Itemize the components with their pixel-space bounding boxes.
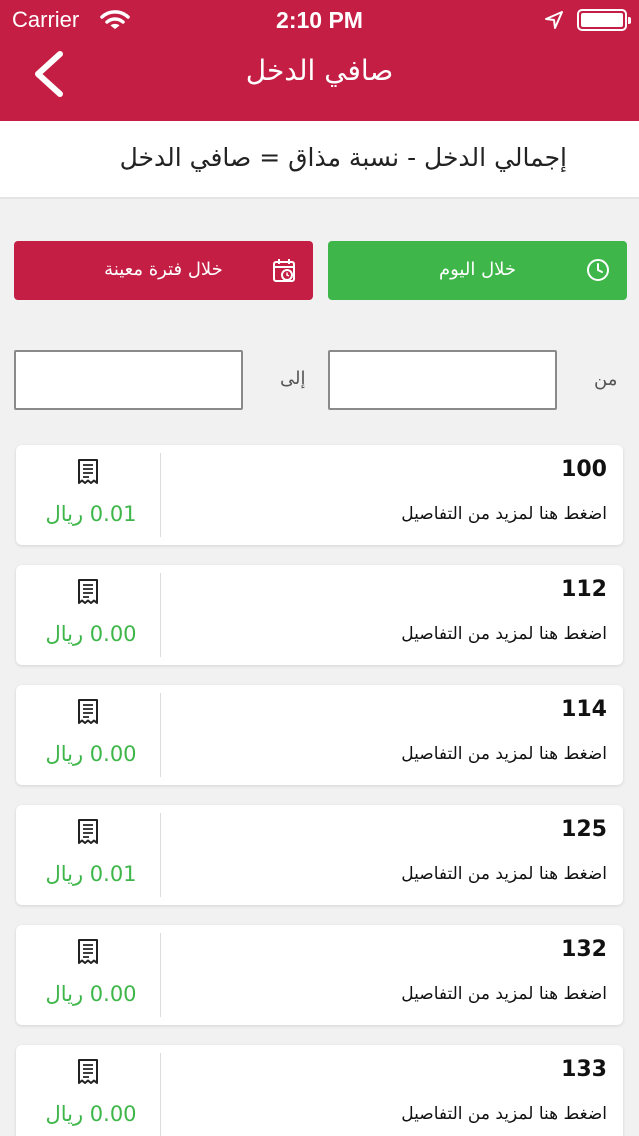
receipt-icon [76,459,100,485]
formula-text: إجمالي الدخل - نسبة مذاق = صافي الدخل [119,143,567,172]
battery-icon [577,9,631,31]
order-amount: 0.00 ريال [45,742,137,766]
card-divider [160,573,161,657]
formula-banner: إجمالي الدخل - نسبة مذاق = صافي الدخل [0,121,639,199]
today-filter-button[interactable]: خلال اليوم [328,241,627,300]
order-amount: 0.01 ريال [45,862,137,886]
order-card[interactable]: 0.00 ريال 114 اضغط هنا لمزيد من التفاصيل [16,685,623,785]
today-filter-label: خلال اليوم [438,259,517,280]
card-divider [160,693,161,777]
period-filter-button[interactable]: خلال فترة معينة [14,241,313,300]
order-details-hint: اضغط هنا لمزيد من التفاصيل [401,984,607,1004]
receipt-icon [76,579,100,605]
to-date-field[interactable] [14,350,243,410]
order-card[interactable]: 0.01 ريال 100 اضغط هنا لمزيد من التفاصيل [16,445,623,545]
order-card[interactable]: 0.00 ريال 133 اضغط هنا لمزيد من التفاصيل [16,1045,623,1136]
order-number: 112 [561,577,607,602]
page-title: صافي الدخل [245,54,394,87]
order-details-hint: اضغط هنا لمزيد من التفاصيل [401,864,607,884]
order-details-hint: اضغط هنا لمزيد من التفاصيل [401,504,607,524]
period-filter-label: خلال فترة معينة [104,259,223,280]
order-amount: 0.00 ريال [45,982,137,1006]
receipt-icon [76,819,100,845]
order-amount: 0.01 ريال [45,502,137,526]
order-card[interactable]: 0.00 ريال 132 اضغط هنا لمزيد من التفاصيل [16,925,623,1025]
card-divider [160,1053,161,1136]
status-bar: Carrier 2:10 PM [0,0,639,40]
order-amount: 0.00 ريال [45,622,137,646]
order-card[interactable]: 0.00 ريال 112 اضغط هنا لمزيد من التفاصيل [16,565,623,665]
order-details-hint: اضغط هنا لمزيد من التفاصيل [401,624,607,644]
order-amount: 0.00 ريال [45,1102,137,1126]
order-number: 125 [561,817,607,842]
order-details-hint: اضغط هنا لمزيد من التفاصيل [401,1104,607,1124]
to-label: إلى [280,368,306,389]
from-label: من [594,369,618,390]
navigation-bar: Carrier 2:10 PM صافي الدخل [0,0,639,121]
order-details-hint: اضغط هنا لمزيد من التفاصيل [401,744,607,764]
order-number: 132 [561,937,607,962]
card-divider [160,453,161,537]
order-number: 100 [561,457,607,482]
from-date-field[interactable] [328,350,557,410]
order-card[interactable]: 0.01 ريال 125 اضغط هنا لمزيد من التفاصيل [16,805,623,905]
card-divider [160,813,161,897]
card-divider [160,933,161,1017]
receipt-icon [76,699,100,725]
order-number: 133 [561,1057,607,1082]
receipt-icon [76,1059,100,1085]
receipt-icon [76,939,100,965]
location-arrow-icon [545,11,563,29]
order-number: 114 [561,697,607,722]
